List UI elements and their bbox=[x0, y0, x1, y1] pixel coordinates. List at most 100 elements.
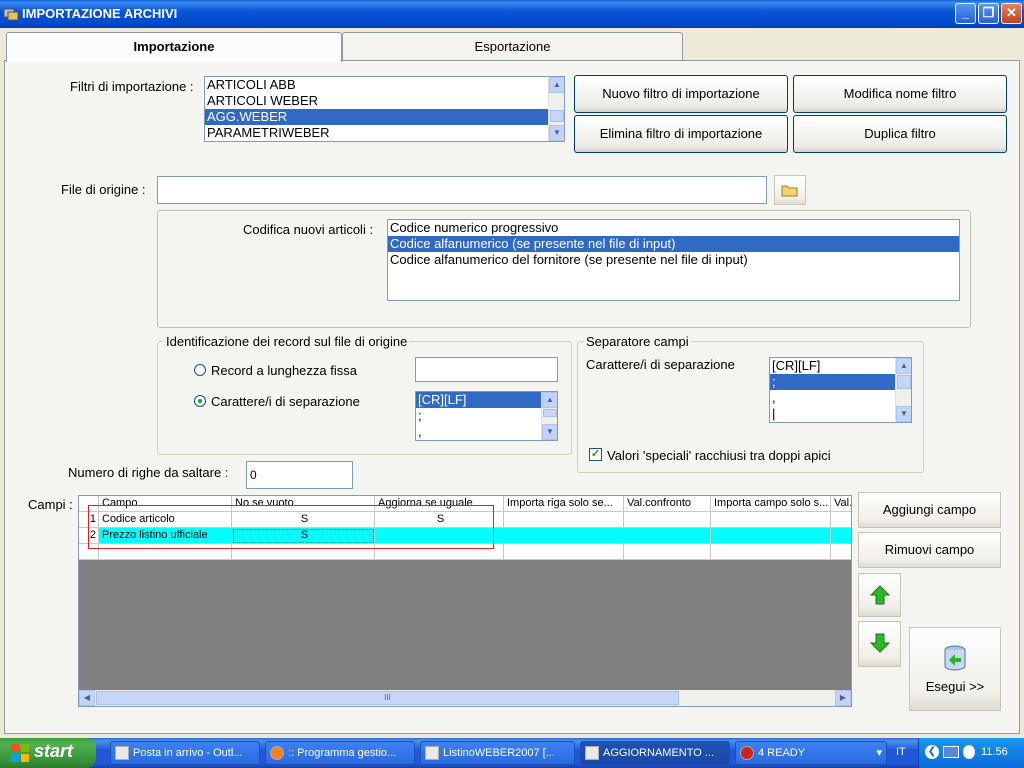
task-label: :: Programma gestio... bbox=[288, 747, 397, 759]
clock[interactable]: 11.56 bbox=[981, 746, 1008, 758]
encoding-label: Codifica nuovi articoli : bbox=[243, 222, 374, 237]
record-separator-item[interactable]: ; bbox=[416, 408, 541, 424]
language-indicator[interactable]: IT bbox=[896, 746, 906, 758]
separator-radio[interactable] bbox=[194, 395, 206, 407]
quoted-values-checkbox[interactable]: ✓ bbox=[589, 448, 602, 461]
import-field-if-cell[interactable] bbox=[711, 544, 831, 560]
close-icon: ✕ bbox=[1006, 5, 1017, 20]
move-down-button[interactable] bbox=[858, 621, 901, 667]
minimize-button[interactable]: _ bbox=[955, 3, 976, 24]
taskbar-item-listino[interactable]: ListinoWEBER2007 [... bbox=[420, 741, 575, 765]
security-icon[interactable] bbox=[963, 745, 975, 759]
compare-value-cell[interactable] bbox=[624, 528, 711, 544]
source-file-input[interactable] bbox=[157, 176, 767, 204]
scroll-thumb[interactable]: III bbox=[96, 691, 679, 705]
chevron-down-icon: ▾ bbox=[876, 747, 882, 759]
separator-radio-label[interactable]: Carattere/i di separazione bbox=[211, 394, 360, 409]
grid-header-cell[interactable]: Val.confronto bbox=[624, 496, 711, 512]
encoding-option[interactable]: Codice alfanumerico del fornitore (se pr… bbox=[388, 252, 959, 268]
title-bar: IMPORTAZIONE ARCHIVI _ ❐ ✕ bbox=[0, 0, 1024, 28]
delete-filter-button[interactable]: Elimina filtro di importazione bbox=[574, 115, 788, 153]
scroll-down-icon[interactable]: ▼ bbox=[549, 125, 564, 141]
scroll-right-icon[interactable]: ▶ bbox=[835, 690, 851, 706]
filters-scrollbar[interactable]: ▲ ▼ bbox=[548, 77, 564, 141]
field-separator-item[interactable]: [CR][LF] bbox=[770, 358, 895, 374]
filter-item[interactable]: ARTICOLI ABB bbox=[205, 77, 548, 93]
start-button[interactable]: start bbox=[0, 738, 96, 768]
task-label: AGGIORNAMENTO ... bbox=[603, 747, 715, 759]
execute-button[interactable]: Esegui >> bbox=[909, 627, 1001, 711]
filters-listbox[interactable]: ARTICOLI ABB ARTICOLI WEBER AGG.WEBER PA… bbox=[204, 76, 565, 142]
scroll-up-icon[interactable]: ▲ bbox=[896, 358, 911, 374]
taskbar-item-browser[interactable]: :: Programma gestio... bbox=[265, 741, 415, 765]
close-button[interactable]: ✕ bbox=[1001, 3, 1022, 24]
arrow-down-icon bbox=[869, 633, 890, 653]
val-cell[interactable] bbox=[831, 544, 851, 560]
field-separator-item[interactable]: | bbox=[770, 406, 895, 422]
restore-icon: ❐ bbox=[982, 5, 995, 20]
move-up-button[interactable] bbox=[858, 573, 901, 617]
compare-value-cell[interactable] bbox=[624, 512, 711, 528]
scroll-thumb[interactable] bbox=[550, 110, 564, 122]
record-separator-item-selected[interactable]: [CR][LF] bbox=[416, 392, 541, 408]
field-separator-item-selected[interactable]: ; bbox=[770, 374, 895, 390]
taskbar-item-outlook[interactable]: Posta in arrivo - Outl... bbox=[110, 741, 260, 765]
scroll-thumb[interactable] bbox=[543, 409, 557, 417]
grid-hscrollbar[interactable]: ◀ III ▶ bbox=[79, 690, 851, 706]
fixed-length-input[interactable] bbox=[415, 357, 558, 382]
grid-header-cell[interactable]: Val. bbox=[831, 496, 851, 512]
import-row-if-cell[interactable] bbox=[504, 544, 624, 560]
new-filter-button[interactable]: Nuovo filtro di importazione bbox=[574, 75, 788, 113]
record-id-title: Identificazione dei record sul file di o… bbox=[164, 334, 410, 349]
tab-importazione[interactable]: Importazione bbox=[6, 32, 342, 62]
compare-value-cell[interactable] bbox=[624, 544, 711, 560]
scroll-down-icon[interactable]: ▼ bbox=[896, 406, 911, 422]
maximize-button[interactable]: ❐ bbox=[978, 3, 999, 24]
field-separator-scrollbar[interactable]: ▲ ▼ bbox=[895, 358, 911, 422]
import-row-if-cell[interactable] bbox=[504, 528, 624, 544]
val-cell[interactable] bbox=[831, 512, 851, 528]
tray-expand-icon[interactable]: ❮ bbox=[925, 745, 939, 759]
import-field-if-cell[interactable] bbox=[711, 512, 831, 528]
skip-rows-input[interactable]: 0 bbox=[246, 461, 353, 489]
taskbar-item-ready[interactable]: 4 READY ▾ bbox=[735, 741, 887, 765]
tab-esportazione[interactable]: Esportazione bbox=[342, 32, 683, 61]
fixed-length-label[interactable]: Record a lunghezza fissa bbox=[211, 363, 357, 378]
record-separator-scrollbar[interactable]: ▲ ▼ bbox=[541, 392, 557, 440]
filter-item[interactable]: PARAMETRIWEBER bbox=[205, 125, 548, 141]
rename-filter-button[interactable]: Modifica nome filtro bbox=[793, 75, 1007, 113]
fixed-length-radio[interactable] bbox=[194, 364, 206, 376]
scroll-thumb[interactable] bbox=[897, 375, 911, 389]
scroll-left-icon[interactable]: ◀ bbox=[79, 690, 95, 706]
record-separator-listbox[interactable]: [CR][LF] ; , ▲ ▼ bbox=[415, 391, 558, 441]
grid-header-cell[interactable]: Importa campo solo s... bbox=[711, 496, 831, 512]
browse-button[interactable] bbox=[774, 175, 806, 205]
import-field-if-cell[interactable] bbox=[711, 528, 831, 544]
grid-header-cell[interactable]: Importa riga solo se... bbox=[504, 496, 624, 512]
start-label: start bbox=[34, 741, 74, 761]
filter-item-selected[interactable]: AGG.WEBER bbox=[205, 109, 548, 125]
field-separator-listbox[interactable]: [CR][LF] ; , | ▲ ▼ bbox=[769, 357, 912, 423]
duplicate-filter-button[interactable]: Duplica filtro bbox=[793, 115, 1007, 153]
remove-field-button[interactable]: Rimuovi campo bbox=[858, 532, 1001, 568]
folder-icon bbox=[781, 185, 798, 197]
encoding-listbox[interactable]: Codice numerico progressivo Codice alfan… bbox=[387, 219, 960, 301]
record-separator-item[interactable]: , bbox=[416, 424, 541, 440]
field-separator-item[interactable]: , bbox=[770, 390, 895, 406]
import-row-if-cell[interactable] bbox=[504, 512, 624, 528]
filter-item[interactable]: ARTICOLI WEBER bbox=[205, 93, 548, 109]
taskbar: start Posta in arrivo - Outl... :: Progr… bbox=[0, 738, 1024, 768]
app-icon[interactable] bbox=[3, 6, 19, 22]
val-cell[interactable] bbox=[831, 528, 851, 544]
window-title: IMPORTAZIONE ARCHIVI bbox=[22, 6, 178, 21]
encoding-option-selected[interactable]: Codice alfanumerico (se presente nel fil… bbox=[388, 236, 959, 252]
quoted-values-label[interactable]: Valori 'speciali' racchiusi tra doppi ap… bbox=[607, 448, 831, 463]
scroll-up-icon[interactable]: ▲ bbox=[542, 392, 557, 408]
add-field-button[interactable]: Aggiungi campo bbox=[858, 492, 1001, 528]
network-icon[interactable] bbox=[943, 746, 959, 758]
database-icon bbox=[944, 645, 966, 671]
taskbar-item-aggiornamento[interactable]: AGGIORNAMENTO ... bbox=[580, 741, 730, 765]
encoding-option[interactable]: Codice numerico progressivo bbox=[388, 220, 959, 236]
scroll-down-icon[interactable]: ▼ bbox=[542, 424, 557, 440]
scroll-up-icon[interactable]: ▲ bbox=[549, 77, 564, 93]
